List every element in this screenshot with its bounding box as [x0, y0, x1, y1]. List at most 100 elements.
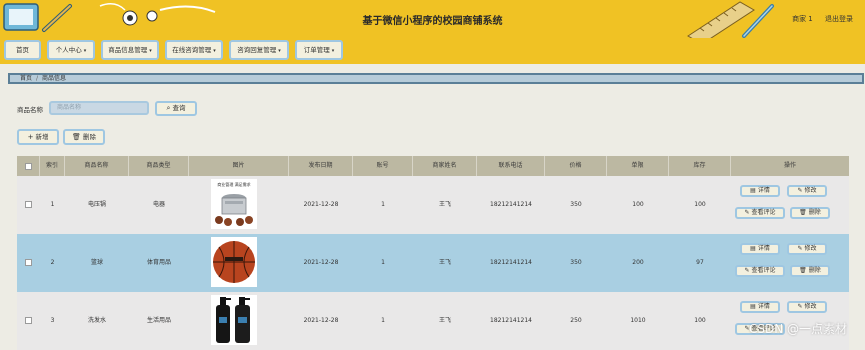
row-checkbox[interactable] — [25, 201, 32, 208]
cell-stock: 100 — [694, 201, 706, 208]
col-stock: 库存 — [669, 156, 731, 176]
search-input[interactable]: 商品名称 — [49, 101, 149, 115]
edit-icon: ✎ — [797, 245, 803, 252]
delete-button-label: 删除 — [808, 267, 821, 274]
edit-button[interactable]: ✎ 修改 — [787, 301, 827, 313]
edit-icon: ✎ — [797, 303, 803, 310]
edit-button[interactable]: ✎ 修改 — [787, 243, 827, 255]
nav-home-label: 首页 — [16, 46, 29, 54]
view-comments-button-label: 查看评论 — [751, 209, 776, 216]
chevron-down-icon: ▾ — [83, 48, 87, 54]
nav-consult-reply-label: 咨询回复管理 — [237, 46, 277, 54]
chevron-down-icon: ▾ — [331, 48, 335, 54]
nav-personal-center[interactable]: 个人中心 ▾ — [47, 40, 95, 60]
cell-merchant: 王飞 — [438, 201, 451, 208]
search-button[interactable]: ⌕ 查询 — [155, 101, 197, 116]
edit-button-label: 修改 — [804, 303, 817, 310]
pressure-cooker-image: 商业管理 满足需求 — [211, 179, 257, 229]
cell-phone: 18212141214 — [490, 201, 532, 208]
cell-price: 250 — [570, 317, 582, 324]
nav-online-consult-label: 在线咨询管理 — [172, 46, 212, 54]
row-checkbox[interactable] — [25, 259, 32, 266]
cell-index: 1 — [50, 201, 55, 208]
select-all-cell — [17, 156, 40, 176]
col-phone: 联系电话 — [477, 156, 545, 176]
cell-type: 生活用品 — [146, 317, 171, 324]
trash-icon: 🗑 — [799, 209, 807, 216]
breadcrumb-home[interactable]: 首页 — [20, 75, 32, 82]
cell-type: 电器 — [152, 201, 165, 208]
col-account: 账号 — [353, 156, 413, 176]
main-nav: 首页 个人中心 ▾ 商品信息管理 ▾ 在线咨询管理 ▾ 咨询回复管理 ▾ 订单管理 ▾ — [0, 38, 865, 64]
col-price: 价格 — [545, 156, 607, 176]
cell-name: 洗发水 — [87, 317, 106, 324]
cell-date: 2021-12-28 — [303, 317, 339, 324]
cooker-banner-text: 商业管理 满足需求 — [217, 181, 250, 187]
search-button-label: 查询 — [172, 104, 186, 112]
basketball-image — [211, 237, 257, 287]
detail-button[interactable]: ▤ 详情 — [740, 185, 780, 197]
breadcrumb-separator: / — [36, 75, 39, 82]
nav-product-management[interactable]: 商品信息管理 ▾ — [101, 40, 159, 60]
table-header: 索引 商品名称 商品类型 图片 发布日期 账号 商家姓名 联系电话 价格 单限 … — [17, 156, 849, 176]
col-date: 发布日期 — [289, 156, 353, 176]
col-limit: 单限 — [607, 156, 669, 176]
cell-date: 2021-12-28 — [303, 201, 339, 208]
batch-delete-button[interactable]: 🗑 删除 — [63, 129, 105, 145]
cell-type: 体育用品 — [146, 259, 171, 266]
nav-personal-center-label: 个人中心 — [55, 46, 82, 54]
table-row: 1 电压锅 电器 商业管理 满足需求 2021-12-28 1 王飞 18212… — [17, 176, 849, 234]
document-icon: ▤ — [750, 245, 756, 252]
nav-consult-reply[interactable]: 咨询回复管理 ▾ — [229, 40, 289, 60]
cell-phone: 18212141214 — [490, 259, 532, 266]
delete-button[interactable]: 🗑 删除 — [790, 207, 830, 219]
logout-link[interactable]: 退出登录 — [825, 15, 853, 23]
chevron-down-icon: ▾ — [149, 48, 152, 54]
document-icon: ▤ — [750, 187, 756, 194]
view-comments-button[interactable]: ✎ 查看评论 — [735, 207, 785, 219]
detail-button-label: 详情 — [757, 303, 770, 310]
detail-button[interactable]: ▤ 详情 — [740, 243, 780, 255]
trash-icon: 🗑 — [72, 133, 81, 141]
cell-limit: 1010 — [630, 317, 646, 324]
breadcrumb: 首页 / 商品信息 — [8, 73, 864, 84]
cell-name: 篮球 — [90, 259, 103, 266]
chevron-down-icon: ▾ — [278, 48, 281, 54]
view-comments-button-label: 查看评论 — [751, 267, 776, 274]
shampoo-image — [211, 295, 257, 345]
row-checkbox[interactable] — [25, 317, 32, 324]
cell-merchant: 王飞 — [438, 317, 451, 324]
cell-name: 电压锅 — [87, 201, 106, 208]
batch-delete-button-label: 删除 — [82, 133, 96, 141]
view-comments-button[interactable]: ✎ 查看评论 — [735, 265, 785, 277]
add-button[interactable]: + 新增 — [17, 129, 59, 145]
table-row: 3 洗发水 生活用品 2021-12-28 1 王飞 18212141214 2… — [17, 292, 849, 350]
select-all-checkbox[interactable] — [25, 163, 32, 170]
nav-order-management[interactable]: 订单管理 ▾ — [295, 40, 343, 60]
nav-online-consult[interactable]: 在线咨询管理 ▾ — [165, 40, 223, 60]
cell-stock: 97 — [696, 259, 704, 266]
cell-phone: 18212141214 — [490, 317, 532, 324]
edit-button-label: 修改 — [804, 187, 817, 194]
detail-button[interactable]: ▤ 详情 — [740, 301, 780, 313]
top-header: 基于微信小程序的校园商铺系统 商家 1 退出登录 — [0, 0, 865, 38]
col-index: 索引 — [40, 156, 65, 176]
delete-button[interactable]: 🗑 删除 — [790, 265, 830, 277]
cell-index: 3 — [50, 317, 55, 324]
add-button-label: 新增 — [35, 133, 49, 141]
plus-icon: + — [27, 133, 34, 141]
col-merchant: 商家姓名 — [413, 156, 477, 176]
cell-account: 1 — [381, 317, 385, 324]
comment-icon: ✎ — [744, 209, 750, 216]
edit-button-label: 修改 — [804, 245, 817, 252]
search-icon: ⌕ — [166, 104, 171, 112]
nav-product-management-label: 商品信息管理 — [108, 46, 148, 54]
col-name: 商品名称 — [65, 156, 129, 176]
edit-button[interactable]: ✎ 修改 — [787, 185, 827, 197]
table-row: 2 篮球 体育用品 2021-12-28 1 王飞 18212141214 35… — [17, 234, 849, 292]
nav-home[interactable]: 首页 — [4, 40, 41, 60]
user-area: 商家 1 退出登录 — [792, 14, 853, 24]
col-type: 商品类型 — [129, 156, 189, 176]
cell-limit: 100 — [632, 201, 644, 208]
document-icon: ▤ — [750, 303, 756, 310]
